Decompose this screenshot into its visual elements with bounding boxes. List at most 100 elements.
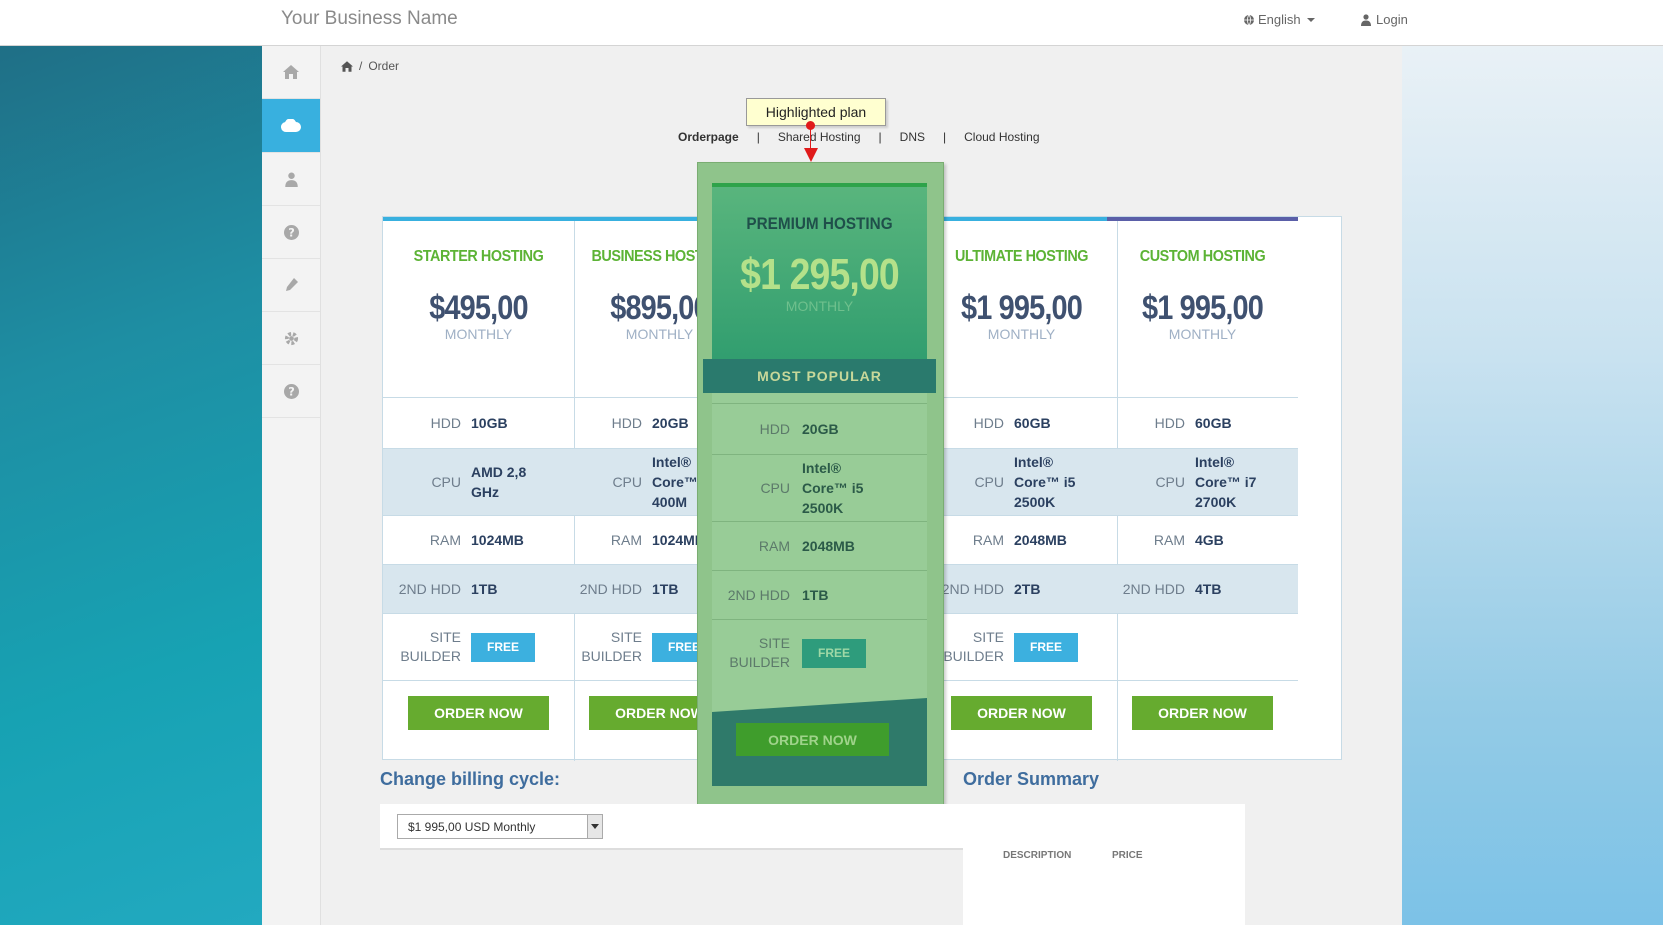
plan-title: CUSTOM HOSTING [1139, 248, 1266, 265]
order-now-button[interactable]: ORDER NOW [736, 723, 889, 756]
highlighted-plan-tooltip: Highlighted plan [746, 98, 886, 126]
tab-divider: | [878, 130, 882, 144]
brand-name[interactable]: Your Business Name [281, 8, 458, 30]
order-now-button[interactable]: ORDER NOW [951, 696, 1092, 730]
billing-cycle-value: $1 995,00 USD Monthly [408, 819, 536, 834]
plan-row-cpu: CPU Intel® Core™ i7 2700K [1107, 448, 1298, 515]
language-selector[interactable]: English [1243, 12, 1315, 27]
tab-divider: | [756, 130, 760, 144]
language-label: English [1258, 12, 1301, 27]
row-value: 1TB [471, 581, 498, 597]
plan-order-row: ORDER NOW [926, 680, 1117, 745]
plan-row-site-builder: SITE BUILDER FREE [712, 619, 927, 686]
row-label: 2ND HDD [579, 581, 642, 597]
row-value: 1024MB [471, 532, 524, 548]
plan-header: STARTER HOSTING $495,00 MONTHLY [383, 221, 574, 397]
sidebar-item-cloud[interactable] [262, 99, 320, 153]
order-summary-title: Order Summary [963, 769, 1100, 789]
plan-title: ULTIMATE HOSTING [954, 248, 1089, 265]
plan-row-hdd: HDD 60GB [1107, 397, 1298, 448]
highlighted-plan-overlay: PREMIUM HOSTING $1 295,00 MONTHLY HDD 20G… [697, 162, 944, 811]
plan-header: PREMIUM HOSTING $1 295,00 MONTHLY [712, 183, 927, 373]
tab-dns[interactable]: DNS [900, 130, 925, 144]
plan-row-hdd2: 2ND HDD 2TB [926, 564, 1117, 613]
pointer-arrow-icon [804, 148, 818, 162]
plan-price: $1 995,00 [961, 289, 1083, 327]
breadcrumb: / Order [341, 59, 399, 73]
plan-price: $1 995,00 [1142, 289, 1264, 327]
row-value: 1TB [652, 581, 679, 597]
plan-row-hdd: HDD 20GB [712, 403, 927, 454]
tab-shared-hosting[interactable]: Shared Hosting [778, 130, 861, 144]
plan-price: $495,00 [429, 289, 528, 327]
plan-title: PREMIUM HOSTING [746, 214, 893, 233]
row-label: CPU [612, 474, 642, 490]
plan-order-row: ORDER NOW [1107, 680, 1298, 745]
home-icon [283, 65, 299, 79]
row-label: SITE BUILDER [712, 634, 802, 672]
top-header: Your Business Name English Login [0, 0, 1663, 46]
free-badge: FREE [1014, 632, 1078, 662]
row-label: 2ND HDD [727, 587, 790, 603]
row-label: SITE BUILDER [564, 628, 652, 666]
sidebar-item-account[interactable] [262, 153, 320, 206]
row-label: RAM [1153, 532, 1185, 548]
order-summary-panel: DESCRIPTION PRICE [963, 804, 1245, 925]
plan-price: $1 295,00 [740, 250, 900, 299]
home-icon[interactable] [341, 60, 353, 72]
plan-title: STARTER HOSTING [413, 248, 544, 265]
user-icon [284, 172, 298, 187]
row-label-line: SITE [429, 629, 461, 645]
row-label: RAM [429, 532, 461, 548]
row-label-line: SITE [972, 629, 1004, 645]
row-label-line: SITE [758, 635, 790, 651]
row-label: 2ND HDD [1122, 581, 1185, 597]
plan-row-ram: RAM 4GB [1107, 515, 1298, 564]
row-label: CPU [760, 480, 790, 496]
background-right [1402, 45, 1663, 925]
row-label: HDD [759, 421, 790, 437]
tab-cloud-hosting[interactable]: Cloud Hosting [964, 130, 1039, 144]
billing-cycle-select[interactable]: $1 995,00 USD Monthly [397, 814, 603, 839]
row-value: 20GB [802, 421, 839, 437]
plan-row-site-builder: SITE BUILDER FREE [926, 613, 1117, 680]
row-value: 4TB [1195, 581, 1222, 597]
sidebar-item-home[interactable] [262, 46, 320, 99]
row-value: 20GB [652, 415, 689, 431]
row-value: AMD 2,8 GHz [471, 464, 527, 500]
row-label: RAM [610, 532, 642, 548]
tab-orderpage[interactable]: Orderpage [678, 130, 739, 144]
sidebar-item-edit[interactable] [262, 259, 320, 312]
row-label-line: BUILDER [729, 654, 790, 670]
plan-row-ram: RAM 2048MB [926, 515, 1117, 564]
order-now-button[interactable]: ORDER NOW [408, 696, 549, 730]
billing-cycle-title: Change billing cycle: [380, 769, 561, 789]
plan-column: STARTER HOSTING $495,00 MONTHLY HDD 10GB … [383, 217, 575, 761]
plan-row-cpu: CPU Intel® Core™ i5 2500K [712, 454, 927, 521]
globe-icon [1244, 14, 1254, 25]
sidebar-item-settings[interactable] [262, 312, 320, 365]
row-value: 60GB [1014, 415, 1051, 431]
sidebar: ? ? [262, 46, 321, 925]
pencil-icon [286, 278, 298, 291]
row-value: 60GB [1195, 415, 1232, 431]
plan-order-row: ORDER NOW [383, 680, 574, 745]
summary-col-price: PRICE [1112, 850, 1143, 861]
billing-cycle-panel: $1 995,00 USD Monthly [380, 804, 964, 850]
sidebar-item-support[interactable]: ? [262, 206, 320, 259]
chevron-down-icon [1306, 17, 1315, 22]
row-label-line: BUILDER [400, 648, 461, 664]
free-badge: FREE [802, 638, 866, 668]
login-link[interactable]: Login [1361, 12, 1408, 27]
svg-text:?: ? [288, 385, 295, 398]
row-label-line: SITE [610, 629, 642, 645]
help-icon: ? [283, 224, 299, 240]
plan-period: MONTHLY [444, 326, 513, 342]
breadcrumb-separator: / [359, 59, 363, 73]
plan-row-hdd: HDD 60GB [926, 397, 1117, 448]
order-now-button[interactable]: ORDER NOW [1132, 696, 1273, 730]
row-label: 2ND HDD [398, 581, 461, 597]
free-badge: FREE [471, 632, 535, 662]
sidebar-item-help[interactable]: ? [262, 365, 320, 418]
tab-divider: | [943, 130, 947, 144]
